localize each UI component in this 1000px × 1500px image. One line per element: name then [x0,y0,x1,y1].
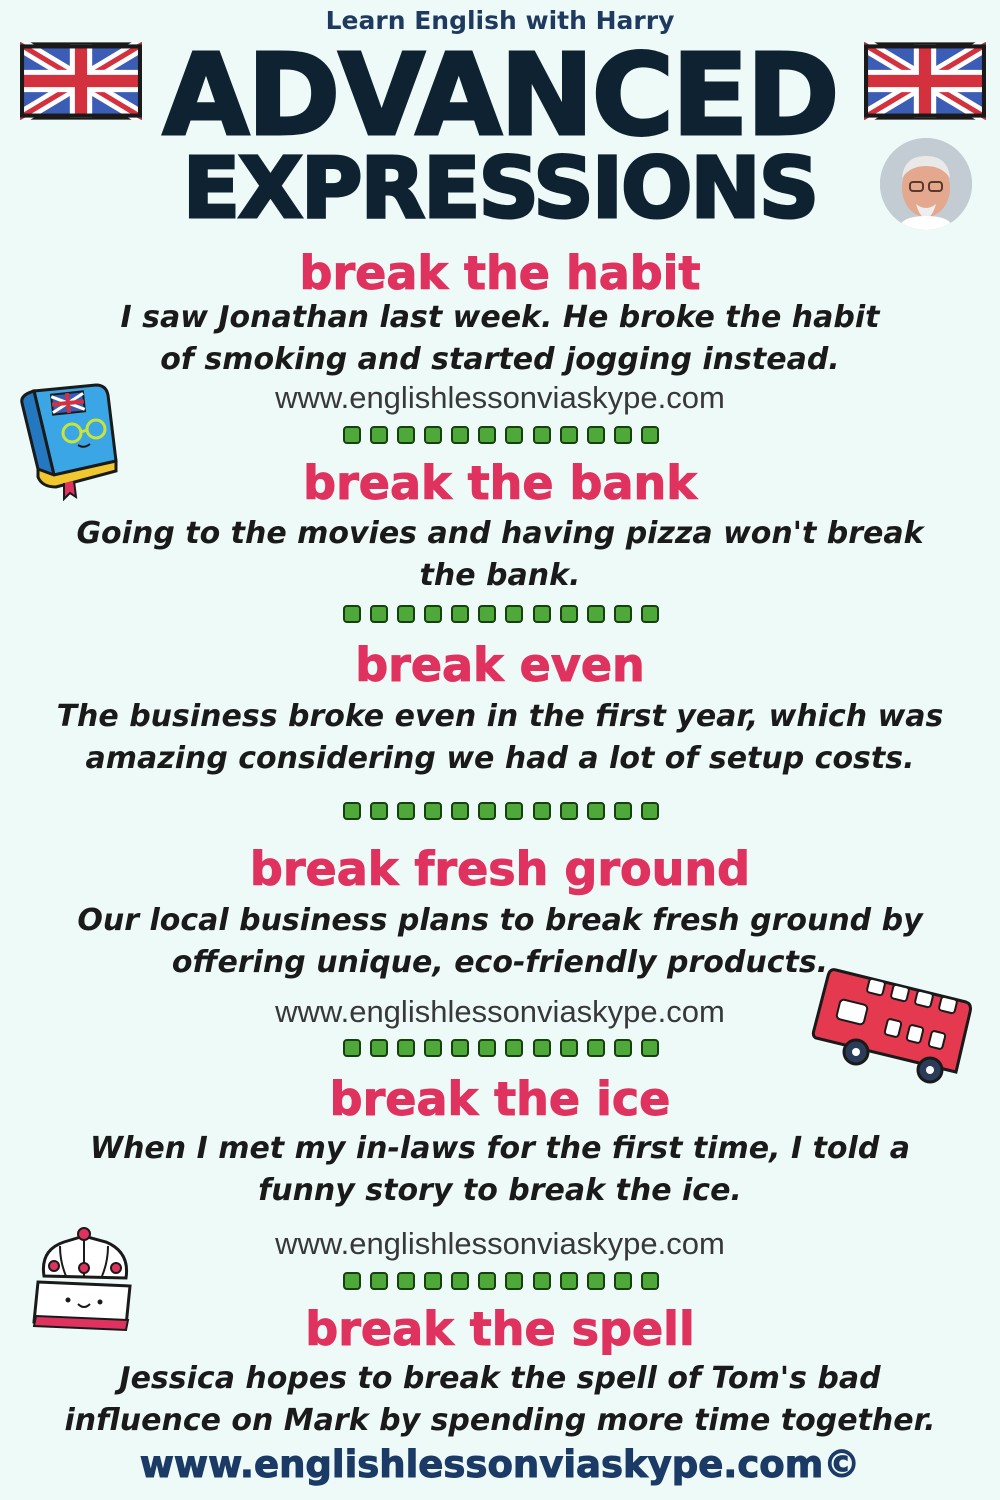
divider-dot [532,1272,551,1290]
divider-dot [397,802,416,820]
website-url: www.englishlessonviaskype.com [275,1226,725,1261]
phrase-heading: break fresh ground [249,842,751,896]
divider-dot [370,1272,389,1290]
divider-dot [505,605,524,623]
divider-dots [343,1272,659,1292]
divider-dots [343,605,659,625]
divider-dot [586,605,605,623]
divider-dot [613,802,632,820]
footer-website-url[interactable]: www.englishlessonviaskype.com© [0,1446,1000,1484]
divider-dot [613,1272,632,1290]
divider-dot [559,1272,578,1290]
example-sentence: Jessica hopes to break the spell of Tom'… [64,1361,936,1438]
divider-dot [343,426,361,444]
divider-dot [586,1272,605,1290]
divider-dot [559,802,578,820]
divider-dot [640,1039,659,1057]
divider-dot [586,1039,605,1057]
double-decker-bus-icon [811,968,972,1084]
divider-dot [451,1272,470,1290]
divider-dot [370,802,389,820]
title-line-1: ADVANCED [161,31,841,161]
divider-dot [640,802,659,820]
divider-dot [478,1272,497,1290]
divider-dot [559,426,578,444]
divider-dot [613,1039,632,1057]
divider-dot [343,802,361,820]
divider-dot [505,802,524,820]
divider-dot [451,426,470,444]
divider-dot [478,426,497,444]
divider-dot [424,605,443,623]
divider-dot [532,802,551,820]
divider-dot [451,1039,470,1057]
divider-dot [397,1272,416,1290]
divider-dot [559,605,578,623]
title-line-2: EXPRESSIONS [181,139,820,237]
divider-dot [370,1039,389,1057]
example-sentence: Going to the movies and having pizza won… [76,516,924,593]
website-url: www.englishlessonviaskype.com [275,380,725,415]
divider-dot [370,605,389,623]
phrase-heading: break the ice [329,1072,671,1126]
divider-dot [370,426,389,444]
divider-dot [532,426,551,444]
phrase-heading: break even [355,638,646,692]
divider-dot [559,1039,578,1057]
divider-dots [343,802,659,822]
divider-dot [343,1272,361,1290]
divider-dot [478,802,497,820]
divider-dot [424,1039,443,1057]
divider-dot [343,605,361,623]
divider-dot [397,1039,416,1057]
divider-dot [640,426,659,444]
divider-dot [532,1039,551,1057]
divider-dot [586,426,605,444]
divider-dot [505,1272,524,1290]
divider-dot [397,605,416,623]
example-sentence: I saw Jonathan last week. He broke the h… [120,300,880,377]
divider-dot [478,1039,497,1057]
divider-dot [613,426,632,444]
divider-dot [613,605,632,623]
phrase-heading: break the habit [299,246,701,300]
divider-dot [640,1272,659,1290]
divider-dot [505,1039,524,1057]
divider-dot [478,605,497,623]
example-sentence: The business broke even in the first yea… [56,699,944,776]
divider-dot [343,1039,361,1057]
divider-dot [424,802,443,820]
divider-dot [451,802,470,820]
avatar [880,138,972,230]
phrase-heading: break the spell [305,1302,695,1356]
divider-dot [397,426,416,444]
divider-dot [505,426,524,444]
divider-dot [586,802,605,820]
divider-dot [532,605,551,623]
divider-dot [424,426,443,444]
divider-dots [343,426,659,446]
example-sentence: When I met my in-laws for the first time… [89,1131,910,1208]
divider-dot [640,605,659,623]
divider-dot [451,605,470,623]
divider-dot [424,1272,443,1290]
phrase-heading: break the bank [303,456,698,510]
divider-dots [343,1039,659,1059]
